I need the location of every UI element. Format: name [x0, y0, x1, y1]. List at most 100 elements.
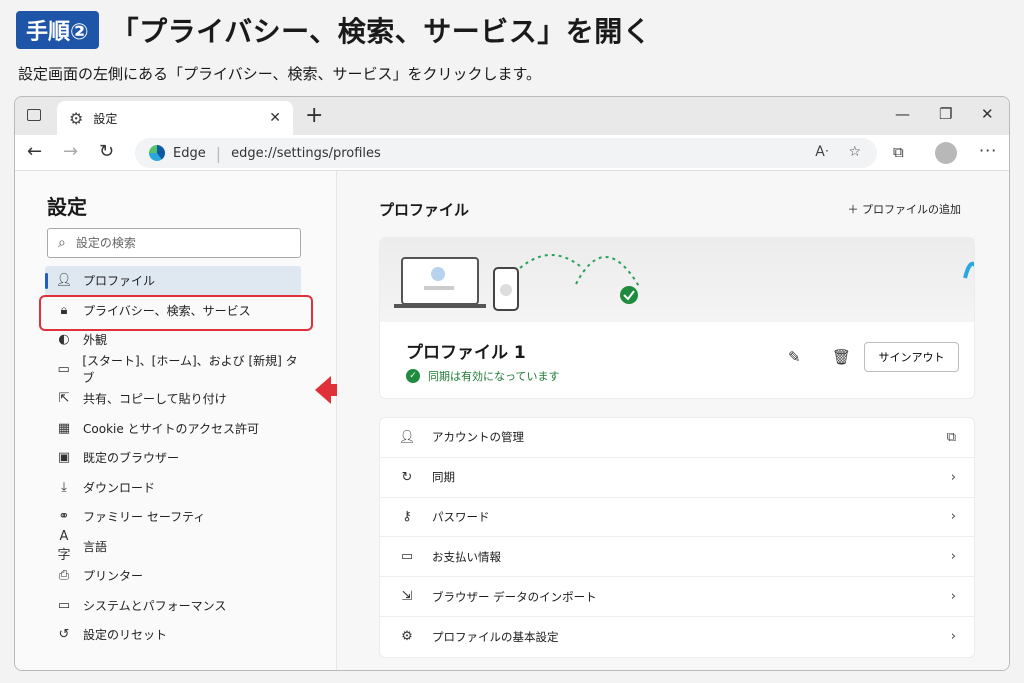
sidebar-item-default-browser[interactable]: ▣ 既定のブラウザー — [45, 443, 301, 473]
url-separator: | — [215, 143, 222, 163]
key-icon: ⚷ — [402, 509, 412, 525]
settings-sidebar: 設定 ⌕ 👤︎ プロファイル 🔒︎ プライバシー、検索、サービス ◐ 外観 ▭ … — [15, 171, 353, 670]
person-icon: 👤︎ — [55, 273, 73, 289]
row-manage-account[interactable]: 👤︎ アカウントの管理 ⧉ — [380, 418, 974, 458]
sidebar-item-label: 既定のブラウザー — [83, 451, 180, 466]
language-icon: A字 — [57, 529, 71, 564]
sync-illustration — [394, 254, 974, 311]
sidebar-item-appearance[interactable]: ◐ 外観 — [45, 325, 301, 355]
sidebar-nav: 👤︎ プロファイル 🔒︎ プライバシー、検索、サービス ◐ 外観 ▭ [スタート… — [39, 266, 313, 650]
search-input[interactable] — [75, 236, 276, 250]
sidebar-item-label: プリンター — [83, 569, 144, 584]
browser-essentials-icon[interactable]: ⧉ — [893, 143, 904, 161]
chevron-right-icon: › — [950, 469, 956, 485]
sync-status: ✓ 同期は有効になっています — [406, 368, 559, 384]
palette-icon: ◐ — [58, 332, 70, 348]
edge-logo-icon — [149, 145, 165, 161]
row-label: プロファイルの基本設定 — [432, 629, 559, 644]
add-profile-button[interactable]: ＋ プロファイルの追加 — [848, 201, 962, 217]
restore-icon[interactable]: ❐ — [939, 105, 952, 123]
sidebar-item-system[interactable]: ▭ システムとパフォーマンス — [45, 591, 301, 621]
url-icons: Aᐧ ☆ — [815, 144, 861, 160]
sidebar-item-label: 設定のリセット — [83, 628, 168, 643]
home-tab-icon: ▭ — [57, 361, 70, 377]
browser-window: ⚙ 設定 ✕ + — ❐ ✕ ← → ↻ Edge | edge://setti… — [14, 96, 1010, 671]
sidebar-item-family[interactable]: ⚭ ファミリー セーフティ — [45, 502, 301, 532]
tab-label: 設定 — [93, 111, 118, 126]
gear-icon: ⚙ — [401, 629, 413, 645]
step-header: 手順② 「プライバシー、検索、サービス」を開く — [16, 10, 651, 50]
new-tab-button[interactable]: + — [305, 103, 323, 128]
person-icon: 👤︎ — [398, 429, 416, 445]
sidebar-item-languages[interactable]: A字 言語 — [45, 529, 301, 564]
row-label: アカウントの管理 — [432, 430, 524, 445]
refresh-icon[interactable]: ↻ — [99, 141, 114, 162]
profile-settings-list: 👤︎ アカウントの管理 ⧉ ↻ 同期 › ⚷ パスワード › ▭ お支払い情報 … — [379, 417, 975, 658]
minimize-icon[interactable]: — — [895, 105, 910, 123]
window-close-icon[interactable]: ✕ — [981, 105, 994, 123]
row-passwords[interactable]: ⚷ パスワード › — [380, 498, 974, 538]
step-title: 「プライバシー、検索、サービス」を開く — [110, 15, 652, 48]
family-icon: ⚭ — [58, 509, 70, 525]
row-profile-preferences[interactable]: ⚙ プロファイルの基本設定 › — [380, 617, 974, 657]
printer-icon: ⎙ — [58, 568, 70, 584]
search-icon: ⌕ — [58, 235, 66, 251]
chevron-right-icon: › — [950, 629, 956, 645]
sync-icon: ↻ — [401, 469, 413, 485]
signout-button[interactable]: サインアウト — [864, 342, 959, 372]
sidebar-item-reset[interactable]: ↺ 設定のリセット — [45, 620, 301, 650]
share-icon: ⇱ — [58, 391, 70, 407]
sidebar-item-profile[interactable]: 👤︎ プロファイル — [45, 266, 301, 296]
tab-bar: ⚙ 設定 ✕ + — ❐ ✕ — [15, 97, 1009, 135]
lock-icon: 🔒︎ — [60, 302, 68, 318]
sidebar-item-share[interactable]: ⇱ 共有、コピーして貼り付け — [45, 384, 301, 414]
row-sync[interactable]: ↻ 同期 › — [380, 458, 974, 498]
external-link-icon: ⧉ — [946, 429, 956, 445]
sidebar-item-printers[interactable]: ⎙ プリンター — [45, 561, 301, 591]
reset-icon: ↺ — [58, 627, 70, 643]
profile-card: プロファイル 1 ✓ 同期は有効になっています ✎ 🗑︎ サインアウト — [379, 237, 975, 399]
favorite-star-icon[interactable]: ☆ — [848, 144, 861, 160]
close-icon[interactable]: ✕ — [269, 110, 281, 126]
sidebar-item-label: 外観 — [83, 333, 108, 348]
plus-icon: ＋ — [847, 203, 862, 216]
sidebar-item-label: ダウンロード — [83, 480, 156, 495]
step-subtitle: 設定画面の左側にある「プライバシー、検索、サービス」をクリックします。 — [18, 65, 542, 83]
step-badge: 手順② — [16, 11, 99, 49]
sidebar-item-downloads[interactable]: ⤓ ダウンロード — [45, 473, 301, 503]
profile-banner — [380, 238, 974, 322]
address-bar: ← → ↻ Edge | edge://settings/profiles Aᐧ… — [15, 135, 1009, 171]
sidebar-item-label: システムとパフォーマンス — [83, 598, 227, 613]
sidebar-item-label: プロファイル — [83, 274, 156, 289]
chevron-right-icon: › — [950, 589, 956, 605]
avatar[interactable] — [935, 142, 957, 164]
forward-icon[interactable]: → — [63, 141, 78, 162]
profile-name: プロファイル 1 — [406, 343, 526, 363]
browser-icon: ▣ — [57, 450, 71, 466]
sidebar-item-label: 共有、コピーして貼り付け — [83, 392, 227, 407]
import-icon: ⇲ — [401, 589, 413, 605]
url-brand: Edge — [173, 145, 206, 161]
gear-icon: ⚙ — [69, 108, 84, 128]
read-aloud-icon[interactable]: Aᐧ — [815, 144, 828, 160]
sidebar-item-label: プライバシー、検索、サービス — [83, 303, 251, 318]
tab-actions-icon[interactable] — [27, 109, 41, 121]
settings-search[interactable]: ⌕ — [47, 228, 301, 258]
cookie-icon: ▦ — [57, 420, 71, 436]
sidebar-item-privacy[interactable]: 🔒︎ プライバシー、検索、サービス — [39, 294, 313, 330]
sidebar-item-start-home[interactable]: ▭ [スタート]、[ホーム]、および [新規] タブ — [45, 354, 301, 386]
row-label: お支払い情報 — [432, 549, 501, 564]
more-options-icon[interactable]: ··· — [979, 141, 997, 160]
url-field[interactable]: Edge | edge://settings/profiles Aᐧ ☆ — [135, 138, 877, 168]
sidebar-item-label: [スタート]、[ホーム]、および [新規] タブ — [82, 354, 298, 386]
trash-icon[interactable]: 🗑︎ — [832, 348, 851, 366]
chevron-right-icon: › — [950, 549, 956, 565]
check-circle-icon: ✓ — [406, 369, 420, 383]
back-icon[interactable]: ← — [27, 141, 42, 162]
sidebar-item-cookies[interactable]: ▦ Cookie とサイトのアクセス許可 — [45, 414, 301, 444]
row-import-data[interactable]: ⇲ ブラウザー データのインポート › — [380, 577, 974, 617]
edit-pencil-icon[interactable]: ✎ — [788, 348, 801, 366]
tab-settings[interactable]: ⚙ 設定 ✕ — [57, 101, 293, 135]
laptop-icon: ▭ — [57, 597, 71, 613]
row-payment-info[interactable]: ▭ お支払い情報 › — [380, 537, 974, 578]
